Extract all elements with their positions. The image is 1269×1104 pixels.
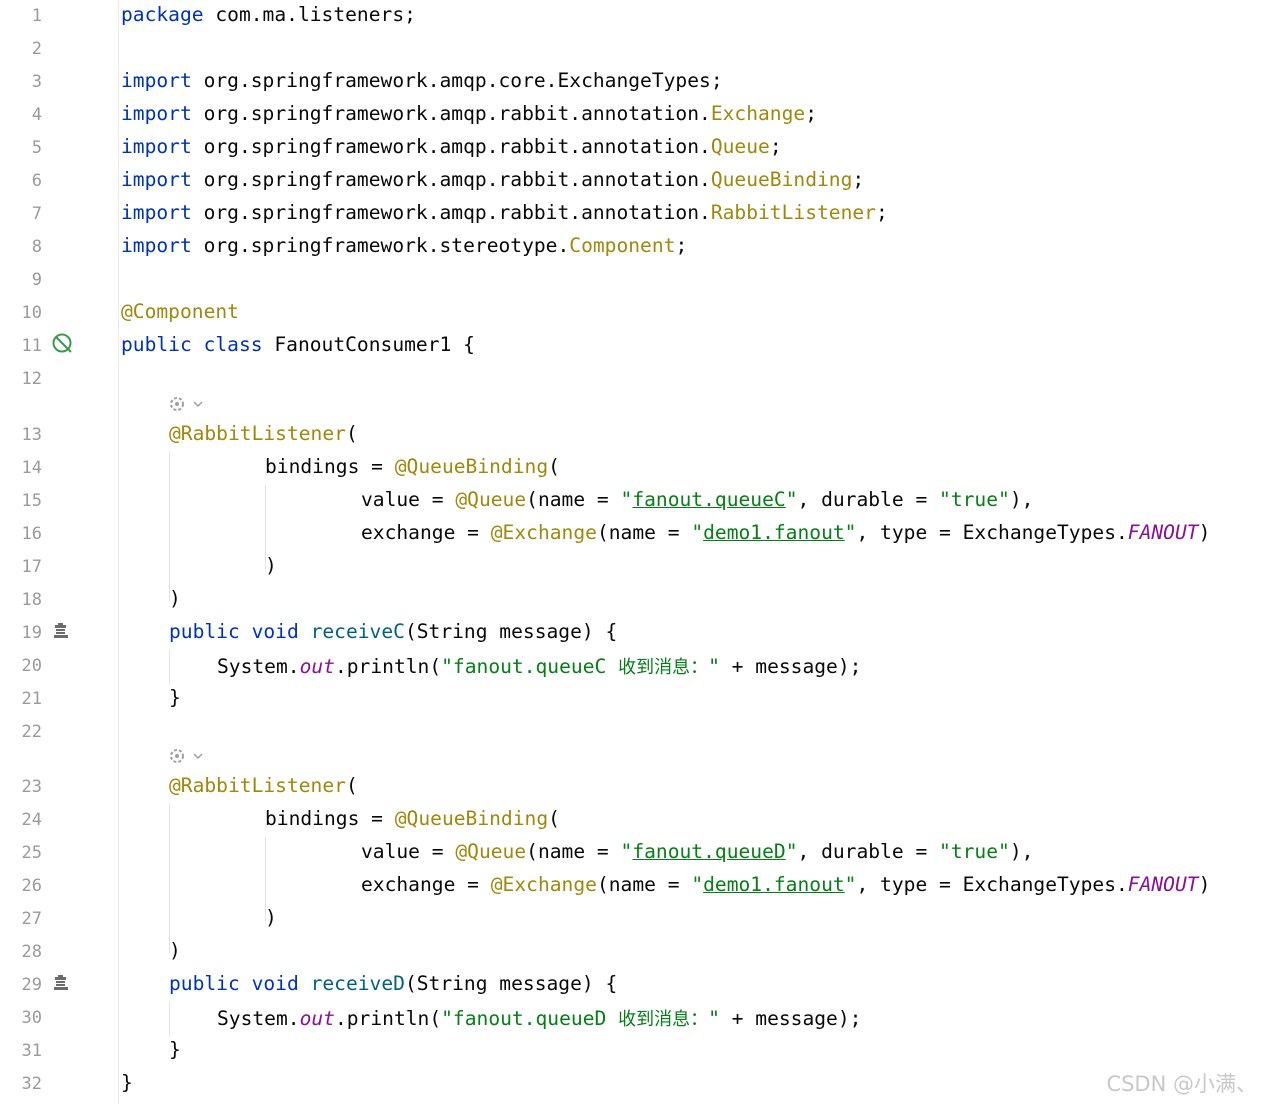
code-line[interactable]: 8 import org.springframework.stereotype.… — [0, 231, 1269, 264]
code-text: ) — [265, 554, 277, 577]
line-number: 16 — [21, 524, 42, 544]
line-number: 12 — [21, 369, 42, 389]
code-line[interactable]: 22 — [0, 716, 1269, 749]
code-line[interactable]: 9 — [0, 264, 1269, 297]
line-number: 9 — [31, 270, 42, 290]
code-line[interactable]: 23 @RabbitListener( — [0, 771, 1269, 804]
line-number: 7 — [31, 204, 42, 224]
spring-bean-icon[interactable] — [52, 333, 72, 353]
code-text: import org.springframework.amqp.rabbit.a… — [121, 135, 782, 158]
code-line[interactable]: 6 import org.springframework.amqp.rabbit… — [0, 165, 1269, 198]
code-line[interactable]: 31 } — [0, 1035, 1269, 1068]
code-line[interactable]: 7 import org.springframework.amqp.rabbit… — [0, 198, 1269, 231]
code-line[interactable]: 12 — [0, 363, 1269, 396]
code-line[interactable]: 5 import org.springframework.amqp.rabbit… — [0, 132, 1269, 165]
code-line[interactable]: 32 } — [0, 1068, 1269, 1101]
code-text: exchange = @Exchange(name = "demo1.fanou… — [361, 873, 1211, 896]
line-number: 13 — [21, 425, 42, 445]
code-line[interactable]: 18 ) — [0, 584, 1269, 617]
code-text: public void receiveD(String message) { — [169, 972, 618, 995]
code-text: import org.springframework.stereotype.Co… — [121, 234, 688, 257]
line-number: 14 — [21, 458, 42, 478]
code-text: exchange = @Exchange(name = "demo1.fanou… — [361, 521, 1211, 544]
code-text: public class FanoutConsumer1 { — [121, 333, 475, 356]
code-text: } — [169, 1038, 181, 1061]
line-number: 23 — [21, 777, 42, 797]
code-text: import org.springframework.amqp.core.Exc… — [121, 69, 723, 92]
line-number: 22 — [21, 722, 42, 742]
method-run-icon[interactable] — [52, 974, 72, 994]
line-number: 26 — [21, 876, 42, 896]
line-number: 29 — [21, 975, 42, 995]
line-number: 3 — [31, 72, 42, 92]
code-line[interactable]: 16 exchange = @Exchange(name = "demo1.fa… — [0, 518, 1269, 551]
line-number: 1 — [31, 6, 42, 26]
line-number: 10 — [21, 303, 42, 323]
code-line[interactable]: 3 import org.springframework.amqp.core.E… — [0, 66, 1269, 99]
code-line[interactable]: 26 exchange = @Exchange(name = "demo1.fa… — [0, 870, 1269, 903]
line-number: 8 — [31, 237, 42, 257]
code-line[interactable]: 29 public void receiveD(String message) … — [0, 969, 1269, 1002]
line-number: 28 — [21, 942, 42, 962]
line-number: 15 — [21, 491, 42, 511]
line-number: 31 — [21, 1041, 42, 1061]
line-number: 4 — [31, 105, 42, 125]
method-run-icon[interactable] — [52, 622, 72, 642]
code-line[interactable]: 11 public class FanoutConsumer1 { — [0, 330, 1269, 363]
code-line[interactable]: 30 System.out.println("fanout.queueD 收到消… — [0, 1002, 1269, 1035]
code-line[interactable]: 4 import org.springframework.amqp.rabbit… — [0, 99, 1269, 132]
code-line[interactable]: 1 package com.ma.listeners; — [0, 0, 1269, 33]
code-line[interactable]: 10 @Component — [0, 297, 1269, 330]
line-number: 11 — [21, 336, 42, 356]
code-line[interactable]: 19 public void receiveC(String message) … — [0, 617, 1269, 650]
code-line[interactable]: 25 value = @Queue(name = "fanout.queueD"… — [0, 837, 1269, 870]
line-number: 32 — [21, 1074, 42, 1094]
code-text: } — [121, 1071, 133, 1094]
line-number: 18 — [21, 590, 42, 610]
line-number: 30 — [21, 1008, 42, 1028]
code-line[interactable]: 14 bindings = @QueueBinding( — [0, 452, 1269, 485]
code-text: bindings = @QueueBinding( — [265, 455, 560, 478]
line-number: 17 — [21, 557, 42, 577]
code-line[interactable]: 17 ) — [0, 551, 1269, 584]
code-line[interactable]: 13 @RabbitListener( — [0, 419, 1269, 452]
code-text: ) — [169, 587, 181, 610]
line-number: 19 — [21, 623, 42, 643]
code-line[interactable]: 2 — [0, 33, 1269, 66]
code-text: import org.springframework.amqp.rabbit.a… — [121, 168, 865, 191]
code-text: @RabbitListener( — [169, 422, 358, 445]
line-number: 6 — [31, 171, 42, 191]
line-number: 5 — [31, 138, 42, 158]
code-editor[interactable]: 1 package com.ma.listeners; 2 3 import o… — [0, 0, 1269, 1104]
line-number: 24 — [21, 810, 42, 830]
code-text: ) — [169, 939, 181, 962]
code-text: import org.springframework.amqp.rabbit.a… — [121, 201, 888, 224]
code-text: ) — [265, 906, 277, 929]
code-text: package com.ma.listeners; — [121, 3, 416, 26]
line-number: 2 — [31, 39, 42, 59]
code-line[interactable]: 15 value = @Queue(name = "fanout.queueC"… — [0, 485, 1269, 518]
line-number: 20 — [21, 656, 42, 676]
code-line[interactable]: 28 ) — [0, 936, 1269, 969]
code-text: import org.springframework.amqp.rabbit.a… — [121, 102, 817, 125]
inlay-hint-icon[interactable] — [168, 394, 208, 414]
code-text: } — [169, 686, 181, 709]
code-line[interactable]: 27 ) — [0, 903, 1269, 936]
line-number: 21 — [21, 689, 42, 709]
code-text: public void receiveC(String message) { — [169, 620, 618, 643]
code-line[interactable]: 21 } — [0, 683, 1269, 716]
code-text: System.out.println("fanout.queueC 收到消息："… — [217, 655, 862, 678]
inlay-hint-icon[interactable] — [168, 746, 208, 766]
code-text: value = @Queue(name = "fanout.queueC", d… — [361, 488, 1034, 511]
code-text: System.out.println("fanout.queueD 收到消息："… — [217, 1007, 862, 1030]
watermark: CSDN @小满、 — [1106, 1072, 1257, 1096]
code-text: bindings = @QueueBinding( — [265, 807, 560, 830]
code-text: @RabbitListener( — [169, 774, 358, 797]
line-number: 25 — [21, 843, 42, 863]
code-text: value = @Queue(name = "fanout.queueD", d… — [361, 840, 1034, 863]
code-line[interactable]: 20 System.out.println("fanout.queueC 收到消… — [0, 650, 1269, 683]
code-text: @Component — [121, 300, 239, 323]
code-line[interactable]: 24 bindings = @QueueBinding( — [0, 804, 1269, 837]
line-number: 27 — [21, 909, 42, 929]
